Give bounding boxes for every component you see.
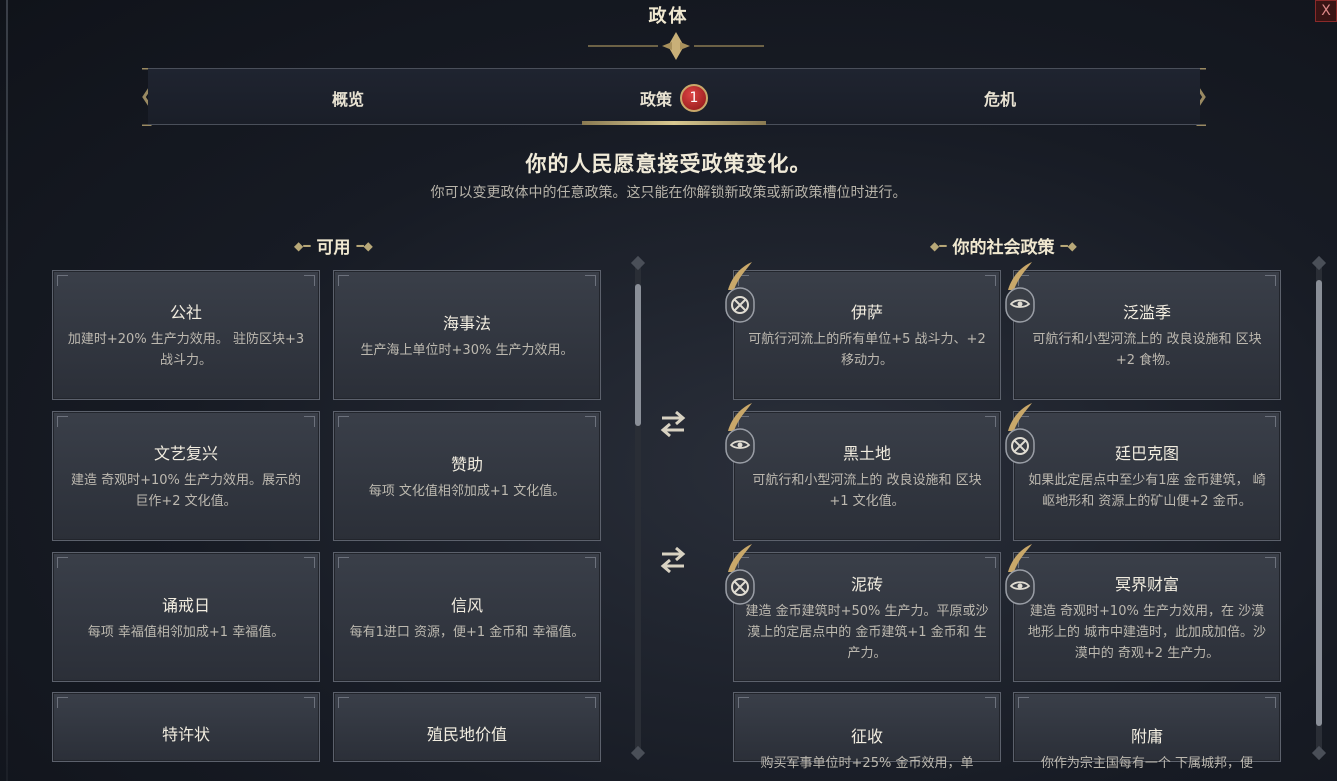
card-title: 诵戒日 bbox=[161, 595, 210, 615]
quill-wheel-icon bbox=[725, 544, 755, 605]
card-description: 生产海上单位时+30% 生产力效用。 bbox=[360, 342, 574, 358]
tab-policies-label: 政策 bbox=[639, 89, 672, 109]
card-title: 伊萨 bbox=[850, 303, 883, 322]
card-description: 购买军事单位时+25% 金币效用，单 bbox=[760, 756, 974, 771]
scroll-bottom-ornament bbox=[630, 745, 646, 761]
card-description: 每项 文化值相邻加成+1 文化值。 bbox=[368, 483, 566, 499]
swap-icon[interactable] bbox=[656, 406, 690, 440]
card-title: 文艺复兴 bbox=[153, 444, 218, 463]
scroll-bottom-ornament bbox=[1311, 745, 1327, 761]
social-policy-card-timbuktu[interactable]: 廷巴克图 如果此定居点中至少有1座 金币建筑， 崎岖地形和 资源上的矿山便+2 … bbox=[1013, 411, 1281, 541]
card-title: 泥砖 bbox=[850, 574, 883, 594]
social-section-title: ◆━ 你的社会政策 ━◆ bbox=[930, 233, 1077, 258]
title-ornament-icon bbox=[588, 32, 764, 60]
tab-overview[interactable]: 概览 bbox=[148, 69, 548, 126]
social-policy-card-black-soil[interactable]: 黑土地 可航行和小型河流上的 改良设施和 区块+1 文化值。 bbox=[733, 411, 1001, 541]
tab-crisis[interactable]: 危机 bbox=[800, 69, 1200, 126]
social-policy-card-flood-season[interactable]: 泛滥季 可航行和小型河流上的 改良设施和 区块+2 食物。 bbox=[1013, 270, 1281, 400]
social-title-label: 你的社会政策 bbox=[952, 238, 1055, 258]
quill-eye-icon bbox=[1005, 544, 1035, 605]
policy-card-patronage[interactable]: 赞助 每项 文化值相邻加成+1 文化值。 bbox=[333, 411, 601, 541]
social-scrollbar-thumb[interactable] bbox=[1316, 280, 1322, 726]
headline: 你的人民愿意接受政策变化。 bbox=[525, 152, 812, 176]
card-title: 信风 bbox=[450, 595, 483, 615]
card-title: 赞助 bbox=[450, 454, 483, 474]
tab-overview-label: 概览 bbox=[331, 89, 364, 109]
notification-badge: 1 bbox=[680, 83, 708, 112]
card-description: 建造 奇观时+10% 生产力效用，在 沙漠地形上的 城市中建造时，此加成加倍。沙… bbox=[1027, 603, 1267, 661]
policy-card-maritime-law[interactable]: 海事法 生产海上单位时+30% 生产力效用。 bbox=[333, 270, 601, 400]
card-title: 特许状 bbox=[161, 725, 210, 744]
available-title-label: 可用 bbox=[316, 238, 351, 258]
card-title: 泛滥季 bbox=[1122, 303, 1171, 322]
subline: 你可以变更政体中的任意政策。这只能在你解锁新政策或新政策槽位时进行。 bbox=[430, 185, 907, 201]
quill-wheel-icon bbox=[725, 262, 755, 323]
scroll-top-ornament bbox=[630, 255, 646, 271]
tab-policies[interactable]: 政策 1 bbox=[548, 69, 800, 126]
card-title: 公社 bbox=[169, 303, 202, 322]
card-description: 每有1进口 资源，便+1 金币和 幸福值。 bbox=[349, 624, 585, 640]
policy-card-commune[interactable]: 公社 加建时+20% 生产力效用。 驻防区块+3 战斗力。 bbox=[52, 270, 320, 400]
social-policy-card-levy[interactable]: 征收 购买军事单位时+25% 金币效用，单 bbox=[733, 692, 1001, 771]
card-description: 建造 奇观时+10% 生产力效用。展示的 巨作+2 文化值。 bbox=[70, 473, 302, 509]
card-description: 每项 幸福值相邻加成+1 幸福值。 bbox=[87, 624, 285, 640]
scroll-top-ornament bbox=[1311, 255, 1327, 271]
card-title: 海事法 bbox=[442, 313, 491, 333]
social-policy-card-mud-brick[interactable]: 泥砖 建造 金币建筑时+50% 生产力。平原或沙漠上的定居点中的 金币建筑+1 … bbox=[733, 552, 1001, 682]
card-description: 可航行和小型河流上的 改良设施和 区块+1 文化值。 bbox=[752, 473, 982, 509]
ornament-right-icon: ━◆ bbox=[356, 238, 373, 253]
card-title: 廷巴克图 bbox=[1114, 444, 1179, 463]
policy-card-charter[interactable]: 特许状 bbox=[52, 692, 320, 762]
card-title: 冥界财富 bbox=[1114, 574, 1179, 594]
card-description: 建造 金币建筑时+50% 生产力。平原或沙漠上的定居点中的 金币建筑+1 金币和… bbox=[745, 603, 989, 661]
social-policy-card-vassal[interactable]: 附庸 你作为宗主国每有一个 下属城邦，便 bbox=[1013, 692, 1281, 771]
quill-eye-icon bbox=[725, 403, 755, 464]
card-description: 如果此定居点中至少有1座 金币建筑， 崎岖地形和 资源上的矿山便+2 金币。 bbox=[1028, 473, 1266, 509]
policy-card-renaissance[interactable]: 文艺复兴 建造 奇观时+10% 生产力效用。展示的 巨作+2 文化值。 bbox=[52, 411, 320, 541]
window-title: 政体 bbox=[648, 6, 689, 27]
card-description: 可航行河流上的所有单位+5 战斗力、+2 移动力。 bbox=[748, 332, 986, 368]
card-title: 黑土地 bbox=[842, 444, 891, 463]
card-description: 可航行和小型河流上的 改良设施和 区块+2 食物。 bbox=[1032, 332, 1262, 368]
quill-wheel-icon bbox=[1005, 403, 1035, 464]
available-section-title: ◆━ 可用 ━◆ bbox=[294, 233, 373, 258]
card-title: 殖民地价值 bbox=[426, 725, 507, 744]
social-policy-card-underworld-wealth[interactable]: 冥界财富 建造 奇观时+10% 生产力效用，在 沙漠地形上的 城市中建造时，此加… bbox=[1013, 552, 1281, 682]
window-frame-left bbox=[6, 0, 8, 781]
quill-eye-icon bbox=[1005, 262, 1035, 323]
tab-bar: 概览 政策 1 危机 bbox=[148, 68, 1200, 125]
swap-icon[interactable] bbox=[656, 542, 690, 576]
card-title: 附庸 bbox=[1130, 727, 1163, 746]
social-policy-card-isa[interactable]: 伊萨 可航行河流上的所有单位+5 战斗力、+2 移动力。 bbox=[733, 270, 1001, 400]
ornament-left-icon: ◆━ bbox=[930, 238, 947, 253]
card-description: 加建时+20% 生产力效用。 驻防区块+3 战斗力。 bbox=[67, 332, 305, 368]
policy-card-observance[interactable]: 诵戒日 每项 幸福值相邻加成+1 幸福值。 bbox=[52, 552, 320, 682]
ornament-right-icon: ━◆ bbox=[1060, 238, 1077, 253]
available-scrollbar-thumb[interactable] bbox=[635, 284, 641, 426]
ornament-left-icon: ◆━ bbox=[294, 238, 311, 253]
active-tab-indicator bbox=[582, 121, 766, 125]
policy-card-colonial-value[interactable]: 殖民地价值 bbox=[333, 692, 601, 762]
tab-crisis-label: 危机 bbox=[983, 89, 1016, 109]
card-title: 征收 bbox=[850, 727, 883, 746]
card-description: 你作为宗主国每有一个 下属城邦，便 bbox=[1040, 756, 1254, 771]
policy-card-trade-winds[interactable]: 信风 每有1进口 资源，便+1 金币和 幸福值。 bbox=[333, 552, 601, 682]
